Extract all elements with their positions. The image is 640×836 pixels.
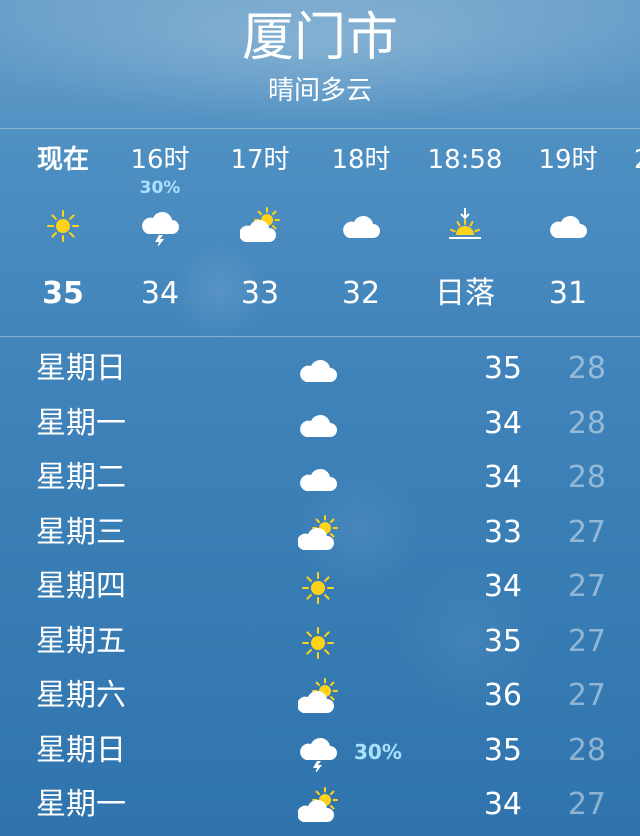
high-temp: 35 bbox=[483, 351, 522, 386]
sunset-icon bbox=[445, 206, 485, 246]
hourly-item: 2 bbox=[620, 130, 640, 335]
thunderstorm-icon bbox=[298, 732, 338, 772]
high-temp: 34 bbox=[483, 460, 522, 495]
daily-forecast[interactable]: 星期日 35 28 星期一 34 28 星期二 34 28 星期三 33 27 … bbox=[0, 342, 640, 833]
hour-temp: 35 bbox=[42, 276, 84, 311]
high-temp: 36 bbox=[483, 678, 522, 713]
current-condition: 晴间多云 bbox=[267, 76, 372, 106]
day-name: 星期四 bbox=[36, 569, 126, 604]
hourly-item: 17时 33 bbox=[210, 130, 310, 335]
cloud-icon bbox=[298, 459, 338, 497]
partly-cloudy-icon bbox=[298, 677, 338, 715]
daily-row: 星期日 35 28 bbox=[0, 342, 640, 397]
daily-row: 星期一 34 27 bbox=[0, 778, 640, 833]
daily-row: 星期三 33 27 bbox=[0, 506, 640, 561]
high-temp: 34 bbox=[483, 569, 522, 604]
hourly-forecast[interactable]: 现在 35 16时 30% 34 17时 33 18时 32 18:58 日落 … bbox=[0, 130, 640, 335]
hour-time: 19时 bbox=[538, 145, 598, 175]
high-temp: 35 bbox=[483, 732, 522, 768]
divider bbox=[0, 128, 640, 129]
day-name: 星期三 bbox=[36, 514, 126, 550]
daily-row: 星期一 34 28 bbox=[0, 397, 640, 452]
sun-icon bbox=[43, 206, 83, 246]
high-temp: 34 bbox=[483, 405, 522, 441]
hour-temp: 日落 bbox=[435, 276, 495, 311]
city-name: 厦门市 bbox=[241, 8, 398, 68]
low-temp: 27 bbox=[567, 787, 606, 822]
sun-icon bbox=[298, 623, 338, 661]
day-name: 星期二 bbox=[36, 460, 126, 495]
low-temp: 27 bbox=[567, 514, 606, 550]
low-temp: 28 bbox=[567, 351, 606, 386]
hourly-item: 19时 31 bbox=[518, 130, 618, 335]
thunderstorm-icon bbox=[140, 206, 180, 246]
low-temp: 28 bbox=[567, 405, 606, 441]
hourly-item: 18时 32 bbox=[311, 130, 411, 335]
hour-time: 18时 bbox=[331, 145, 391, 175]
cloud-icon bbox=[298, 350, 338, 388]
sun-icon bbox=[298, 568, 338, 606]
high-temp: 33 bbox=[483, 514, 522, 550]
high-temp: 34 bbox=[483, 787, 522, 822]
daily-row: 星期五 35 27 bbox=[0, 615, 640, 670]
daily-row: 星期四 34 27 bbox=[0, 560, 640, 615]
hourly-item: 18:58 日落 bbox=[415, 130, 515, 335]
hour-temp: 34 bbox=[140, 276, 180, 311]
day-name: 星期五 bbox=[36, 623, 126, 659]
low-temp: 28 bbox=[567, 732, 606, 768]
divider bbox=[0, 336, 640, 337]
partly-cloudy-icon bbox=[298, 514, 338, 552]
low-temp: 27 bbox=[567, 678, 606, 713]
low-temp: 28 bbox=[567, 460, 606, 495]
daily-row: 星期二 34 28 bbox=[0, 451, 640, 506]
hour-temp: 32 bbox=[341, 276, 381, 311]
partly-cloudy-icon bbox=[240, 206, 280, 246]
cloud-icon bbox=[298, 405, 338, 443]
hourly-item: 16时 30% 34 bbox=[110, 130, 210, 335]
high-temp: 35 bbox=[483, 623, 522, 659]
precip-chance: 30% bbox=[139, 178, 181, 198]
hour-temp: 33 bbox=[240, 276, 280, 311]
hour-time: 17时 bbox=[230, 145, 290, 175]
daily-row: 星期日 30% 35 28 bbox=[0, 724, 640, 779]
low-temp: 27 bbox=[567, 623, 606, 659]
hour-time: 18:58 bbox=[427, 145, 503, 175]
low-temp: 27 bbox=[567, 569, 606, 604]
hour-time: 16时 bbox=[130, 145, 190, 175]
day-name: 星期一 bbox=[36, 787, 126, 822]
hour-time: 2 bbox=[620, 144, 640, 176]
cloud-icon bbox=[548, 206, 588, 246]
precip-chance: 30% bbox=[354, 739, 402, 764]
partly-cloudy-icon bbox=[298, 786, 338, 824]
hour-temp: 31 bbox=[548, 276, 588, 311]
daily-row: 星期六 36 27 bbox=[0, 669, 640, 724]
cloud-icon bbox=[341, 206, 381, 246]
hour-time: 现在 bbox=[36, 145, 89, 175]
day-name: 星期一 bbox=[36, 405, 126, 441]
day-name: 星期日 bbox=[36, 732, 126, 768]
day-name: 星期六 bbox=[36, 678, 126, 713]
day-name: 星期日 bbox=[36, 351, 126, 386]
location-header: 厦门市 晴间多云 bbox=[0, 0, 640, 128]
hourly-item: 现在 35 bbox=[13, 130, 113, 335]
